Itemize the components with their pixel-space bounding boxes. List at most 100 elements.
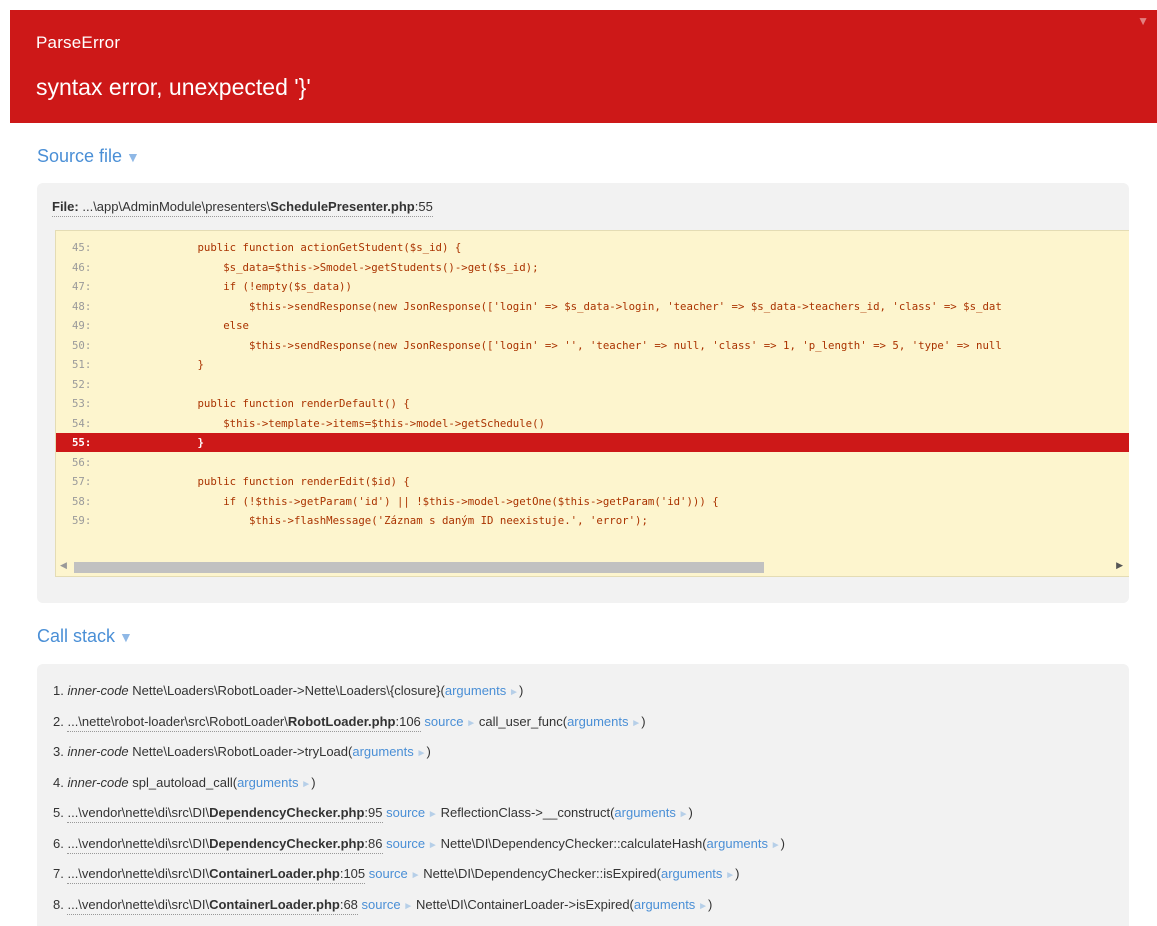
frame-line: :105 xyxy=(339,866,366,881)
source-toggle[interactable]: source xyxy=(386,836,425,851)
arguments-toggle[interactable]: arguments ► xyxy=(661,866,735,881)
code-line: 59: $this->flashMessage('Záznam s daným … xyxy=(56,511,1129,530)
line-number: 54: xyxy=(72,416,92,430)
arguments-toggle[interactable]: arguments ► xyxy=(614,805,688,820)
frame-file: RobotLoader.php xyxy=(287,713,396,729)
source-file-title: Source file xyxy=(37,146,123,166)
frame-number: 6. xyxy=(53,835,64,851)
triangle-right-icon: ► xyxy=(413,748,427,759)
code-line: 53: public function renderDefault() { xyxy=(56,394,1129,413)
frame-file-path[interactable]: ...\nette\robot-loader\src\RobotLoader\R… xyxy=(67,713,421,732)
source-file-toggle[interactable]: Source file ▼ xyxy=(37,146,140,167)
code-text: public function renderDefault() { xyxy=(146,397,410,410)
stack-frame: 2. ...\nette\robot-loader\src\RobotLoade… xyxy=(53,713,646,732)
code-text: $this->template->items=$this->model->get… xyxy=(146,416,545,430)
arguments-label: arguments xyxy=(661,866,723,881)
scroll-left-icon[interactable]: ◀ xyxy=(60,560,67,571)
line-number: 50: xyxy=(72,338,92,352)
code-line: 56: xyxy=(56,453,1129,472)
frame-close: ) xyxy=(311,774,316,790)
frame-close: ) xyxy=(735,866,740,881)
arguments-toggle[interactable]: arguments ► xyxy=(352,744,426,759)
triangle-right-icon: ► xyxy=(675,809,689,820)
frame-file: ContainerLoader.php xyxy=(209,896,340,912)
triangle-right-icon: ► xyxy=(400,900,417,912)
frame-number: 7. xyxy=(53,866,64,881)
line-number: 49: xyxy=(72,319,92,332)
frame-file: DependencyChecker.php xyxy=(209,805,365,820)
arguments-toggle[interactable]: arguments ► xyxy=(707,836,781,851)
line-number: 53: xyxy=(72,397,92,410)
arguments-toggle[interactable]: arguments ► xyxy=(237,775,311,790)
frame-number: 2. xyxy=(53,713,64,729)
horizontal-scrollbar[interactable]: ◀ ▶ xyxy=(56,558,1129,576)
frame-close: ) xyxy=(780,835,785,851)
arguments-label: arguments xyxy=(614,805,676,820)
triangle-down-icon: ▼ xyxy=(126,149,140,165)
scrollbar-thumb[interactable] xyxy=(74,562,764,573)
code-line: 54: $this->template->items=$this->model-… xyxy=(56,414,1129,433)
line-number: 48: xyxy=(72,299,92,313)
error-message: syntax error, unexpected '}' xyxy=(36,74,311,100)
file-dir: ...\app\AdminModule\presenters\ xyxy=(82,199,271,214)
frame-number: 5. xyxy=(53,805,64,820)
source-toggle[interactable]: source xyxy=(362,897,401,912)
stack-frame: 4. inner-code spl_autoload_call(argument… xyxy=(53,775,316,790)
frame-close: ) xyxy=(708,896,713,912)
triangle-right-icon: ► xyxy=(767,839,781,851)
line-number: 58: xyxy=(72,494,92,508)
frame-number: 4. xyxy=(53,774,64,790)
scroll-right-icon[interactable]: ▶ xyxy=(1116,560,1123,571)
file-path[interactable]: File: ...\app\AdminModule\presenters\Sch… xyxy=(52,199,433,217)
inner-code-label: inner-code xyxy=(67,774,129,790)
frame-call: Nette\DI\ContainerLoader->isExpired( xyxy=(416,896,634,912)
frame-file-path[interactable]: ...\vendor\nette\di\src\DI\DependencyChe… xyxy=(67,805,383,823)
line-number: 55: xyxy=(72,436,92,449)
arguments-label: arguments xyxy=(237,774,299,790)
triangle-right-icon: ► xyxy=(695,900,708,912)
code-text: $this->flashMessage('Záznam s daným ID n… xyxy=(146,514,648,527)
code-text: if (!$this->getParam('id') || !$this->mo… xyxy=(146,494,719,508)
code-text: public function actionGetStudent($s_id) … xyxy=(146,241,462,254)
source-toggle[interactable]: source xyxy=(369,866,408,881)
code-text: $this->sendResponse(new JsonResponse(['l… xyxy=(146,338,1002,352)
frame-dir: ...\nette\robot-loader\src\RobotLoader\ xyxy=(67,713,288,729)
frame-line: :106 xyxy=(395,713,421,729)
frame-dir: ...\vendor\nette\di\src\DI\ xyxy=(67,835,210,851)
code-line: 48: $this->sendResponse(new JsonResponse… xyxy=(56,297,1129,316)
arguments-toggle[interactable]: arguments ► xyxy=(634,897,708,912)
arguments-toggle[interactable]: arguments ► xyxy=(567,714,641,729)
frame-call: Nette\Loaders\RobotLoader->tryLoad( xyxy=(128,744,353,759)
code-line: 46: $s_data=$this->Smodel->getStudents()… xyxy=(56,258,1129,277)
source-toggle[interactable]: source xyxy=(386,805,425,820)
code-text: if (!empty($s_data)) xyxy=(146,280,352,293)
frame-number: 1. xyxy=(53,683,64,698)
call-stack-toggle[interactable]: Call stack ▼ xyxy=(37,626,133,647)
frame-file-path[interactable]: ...\vendor\nette\di\src\DI\ContainerLoad… xyxy=(67,866,366,884)
frame-dir: ...\vendor\nette\di\src\DI\ xyxy=(67,805,210,820)
frame-file-path[interactable]: ...\vendor\nette\di\src\DI\ContainerLoad… xyxy=(67,896,358,915)
arguments-toggle[interactable]: arguments ► xyxy=(445,683,519,698)
error-type: ParseError xyxy=(36,33,121,52)
arguments-label: arguments xyxy=(352,744,414,759)
frame-dir: ...\vendor\nette\di\src\DI\ xyxy=(67,896,210,912)
code-line: 57: public function renderEdit($id) { xyxy=(56,472,1129,491)
code-line: 45: public function actionGetStudent($s_… xyxy=(56,238,1129,257)
code-text: public function renderEdit($id) { xyxy=(146,475,410,488)
frame-file: ContainerLoader.php xyxy=(209,866,340,881)
arguments-label: arguments xyxy=(444,683,507,698)
frame-file-path[interactable]: ...\vendor\nette\di\src\DI\DependencyChe… xyxy=(67,835,383,854)
frame-call: call_user_func( xyxy=(478,713,568,729)
code-line: 50: $this->sendResponse(new JsonResponse… xyxy=(56,336,1129,355)
frame-call: ReflectionClass->__construct( xyxy=(440,805,615,820)
stack-frame: 8. ...\vendor\nette\di\src\DI\ContainerL… xyxy=(53,896,713,915)
inner-code-label: inner-code xyxy=(67,683,129,698)
triangle-right-icon: ► xyxy=(407,870,424,881)
frame-line: :95 xyxy=(364,805,383,820)
code-text: $this->sendResponse(new JsonResponse(['l… xyxy=(146,299,1002,313)
code-text: } xyxy=(146,436,204,449)
code-line: 51: } xyxy=(56,355,1129,374)
collapse-toggle-icon[interactable]: ▼ xyxy=(1137,14,1149,28)
source-toggle[interactable]: source xyxy=(424,714,463,729)
code-view: 59: $this->flashMessage('Záznam s daným … xyxy=(55,230,1129,577)
